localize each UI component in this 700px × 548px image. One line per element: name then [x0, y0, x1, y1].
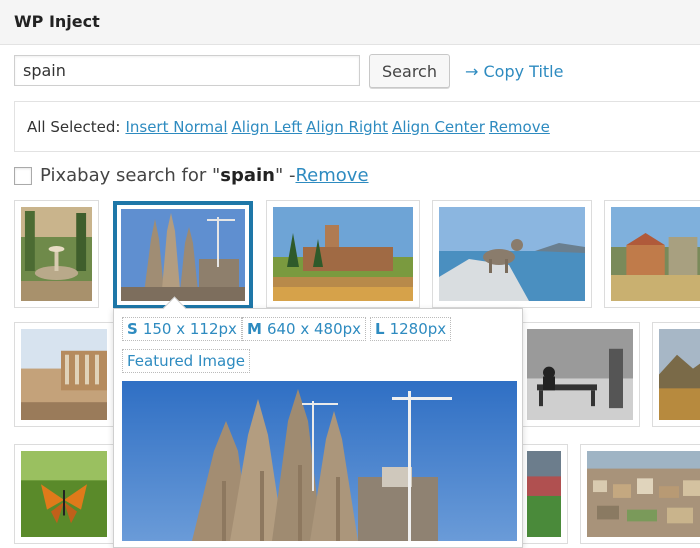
panel-title: WP Inject: [14, 12, 100, 31]
pixabay-suffix: " -: [274, 165, 296, 186]
pixabay-checkbox[interactable]: [14, 166, 32, 185]
castle-landscape-image: [273, 207, 413, 301]
image-thumbnail[interactable]: [432, 200, 592, 308]
cat-on-rock-image: [439, 207, 585, 301]
image-size-popup: S 150 x 112px M 640 x 480px L 1280px Fea…: [113, 296, 523, 548]
image-thumbnail[interactable]: [14, 322, 114, 427]
copy-title-link[interactable]: → Copy Title: [465, 62, 563, 81]
city-aerial-image: [587, 451, 700, 537]
stadium-image: [527, 451, 561, 537]
image-thumbnail[interactable]: [520, 322, 640, 427]
selection-toolbar: All Selected: Insert Normal Align Left A…: [14, 101, 700, 152]
image-thumbnail-selected[interactable]: [113, 201, 253, 309]
image-thumbnail[interactable]: [520, 444, 568, 544]
align-right-link[interactable]: Align Right: [306, 118, 388, 136]
sagrada-familia-thumb-image: [121, 209, 245, 301]
size-medium-button[interactable]: M 640 x 480px: [242, 317, 367, 341]
bench-monochrome-image: [527, 329, 633, 420]
image-thumbnail[interactable]: [652, 322, 700, 427]
search-button[interactable]: Search: [369, 54, 450, 88]
pixabay-term: spain: [220, 165, 275, 186]
fountain-garden-image: [21, 207, 92, 301]
align-left-link[interactable]: Align Left: [232, 118, 303, 136]
search-input[interactable]: [14, 55, 360, 86]
size-large-key: L: [375, 320, 385, 338]
size-small-label: 150 x 112px: [142, 320, 237, 338]
insert-normal-link[interactable]: Insert Normal: [125, 118, 227, 136]
image-thumbnail[interactable]: [580, 444, 700, 544]
featured-image-button[interactable]: Featured Image: [122, 349, 250, 373]
size-medium-key: M: [247, 320, 262, 338]
size-large-button[interactable]: L 1280px: [370, 317, 452, 341]
butterfly-flower-image: [21, 451, 107, 537]
all-selected-label: All Selected:: [27, 117, 121, 136]
mountain-landscape-image: [659, 329, 700, 420]
align-center-link[interactable]: Align Center: [392, 118, 485, 136]
pixabay-prefix: Pixabay search for ": [40, 165, 221, 186]
image-thumbnail[interactable]: [14, 200, 99, 308]
image-thumbnail[interactable]: [266, 200, 420, 308]
image-preview: [122, 381, 517, 541]
pixabay-remove-link[interactable]: Remove: [295, 165, 368, 186]
image-thumbnail[interactable]: [14, 444, 114, 544]
size-small-key: S: [127, 320, 138, 338]
image-thumbnail[interactable]: [604, 200, 700, 308]
remove-selected-link[interactable]: Remove: [489, 118, 550, 136]
park-guell-image: [611, 207, 700, 301]
size-large-label: 1280px: [389, 320, 447, 338]
roman-theatre-image: [21, 329, 107, 420]
size-small-button[interactable]: S 150 x 112px: [122, 317, 242, 341]
size-medium-label: 640 x 480px: [266, 320, 362, 338]
panel-header: WP Inject: [0, 0, 700, 45]
pixabay-search-row: Pixabay search for " spain " - Remove: [14, 165, 369, 186]
sagrada-familia-preview-image: [122, 381, 517, 541]
